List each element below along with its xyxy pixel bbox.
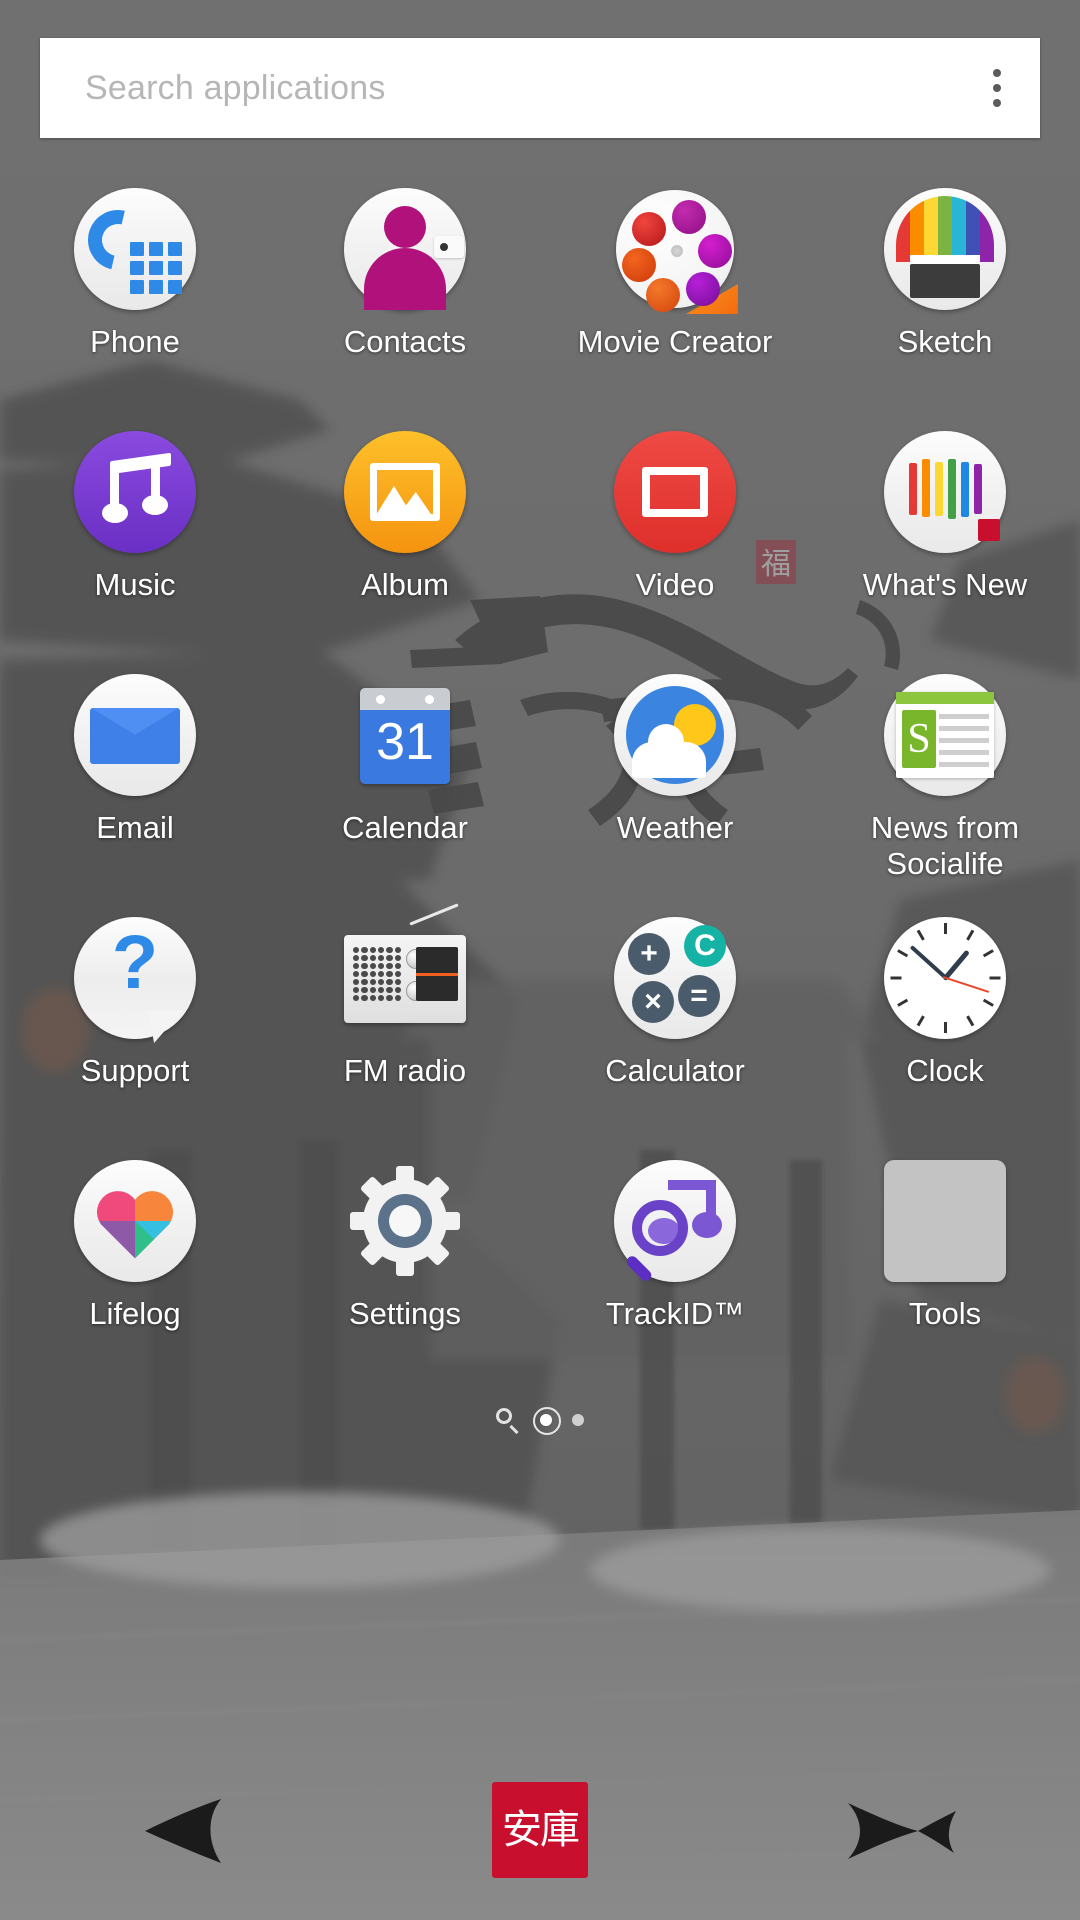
search-bar[interactable]: Search applications: [40, 38, 1040, 138]
calc-equals: =: [678, 975, 720, 1017]
app-calendar[interactable]: 31 Calendar: [270, 666, 540, 909]
app-label: Video: [635, 567, 715, 602]
app-label: Movie Creator: [577, 324, 773, 359]
page-dot-active[interactable]: [533, 1407, 561, 1435]
app-support[interactable]: ? Support: [0, 909, 270, 1152]
overflow-menu-icon[interactable]: [954, 38, 1040, 138]
overflow-dot: [993, 99, 1001, 107]
app-label: News from Socialife: [870, 810, 1020, 882]
calendar-icon: 31: [344, 674, 466, 796]
lifelog-heart: [96, 1191, 174, 1259]
app-news-socialife[interactable]: S News from Socialife: [810, 666, 1080, 909]
back-button[interactable]: [80, 1770, 280, 1890]
clock-icon: [884, 917, 1006, 1039]
search-page-icon[interactable]: [496, 1408, 520, 1435]
music-icon: [74, 431, 196, 553]
app-music[interactable]: Music: [0, 423, 270, 666]
app-grid: Phone Contacts Movie Creator Sketch Musi…: [0, 180, 1080, 1395]
app-label: Music: [94, 567, 176, 602]
app-trackid[interactable]: TrackID™: [540, 1152, 810, 1395]
fm-radio-icon: [344, 903, 466, 1039]
app-label: Support: [80, 1053, 190, 1088]
overflow-dot: [993, 84, 1001, 92]
app-label: FM radio: [343, 1053, 467, 1088]
search-input[interactable]: Search applications: [40, 69, 954, 108]
app-contacts[interactable]: Contacts: [270, 180, 540, 423]
app-whats-new[interactable]: What's New: [810, 423, 1080, 666]
app-sketch[interactable]: Sketch: [810, 180, 1080, 423]
email-icon: [74, 674, 196, 796]
calc-times: ×: [632, 981, 674, 1023]
navigation-bar: 安庫: [0, 1740, 1080, 1920]
settings-icon: [344, 1160, 466, 1282]
page-dot-inactive[interactable]: [572, 1414, 584, 1426]
app-label: Calendar: [342, 810, 468, 845]
tools-folder-icon: [884, 1160, 1006, 1282]
app-label: Tools: [908, 1296, 982, 1331]
app-label: Email: [96, 810, 174, 845]
app-fm-radio[interactable]: FM radio: [270, 903, 540, 1152]
lifelog-icon: [74, 1160, 196, 1282]
calendar-day: 31: [376, 713, 434, 771]
app-lifelog[interactable]: Lifelog: [0, 1152, 270, 1395]
app-label: Weather: [616, 810, 734, 845]
app-email[interactable]: Email: [0, 666, 270, 909]
album-icon: [344, 431, 466, 553]
app-label: TrackID™: [605, 1296, 745, 1331]
app-label: Settings: [348, 1296, 461, 1331]
home-seal-text: 安庫: [502, 1807, 580, 1852]
page-indicator: [0, 1407, 1080, 1435]
recents-arrow-icon: [848, 1803, 956, 1859]
back-arrow-icon: [145, 1799, 221, 1863]
news-letter: S: [902, 710, 936, 768]
app-phone[interactable]: Phone: [0, 180, 270, 423]
support-icon: ?: [74, 917, 196, 1043]
recents-button[interactable]: [800, 1770, 1000, 1890]
sketch-icon: [884, 188, 1006, 310]
app-calculator[interactable]: + C × = Calculator: [540, 909, 810, 1152]
app-tools[interactable]: Tools: [810, 1152, 1080, 1395]
trackid-icon: [614, 1160, 736, 1283]
app-video[interactable]: Video: [540, 423, 810, 666]
calc-clear: C: [684, 925, 726, 967]
overflow-dot: [993, 69, 1001, 77]
home-button[interactable]: 安庫: [440, 1770, 640, 1890]
app-label: Phone: [90, 324, 180, 359]
whats-new-icon: [884, 431, 1006, 553]
news-socialife-icon: S: [884, 674, 1006, 796]
weather-icon: [614, 674, 736, 796]
phone-icon: [74, 188, 196, 310]
app-settings[interactable]: Settings: [270, 1152, 540, 1395]
app-label: Lifelog: [89, 1296, 181, 1331]
app-movie-creator[interactable]: Movie Creator: [540, 180, 810, 423]
app-label: Clock: [906, 1053, 984, 1088]
app-album[interactable]: Album: [270, 423, 540, 666]
gear-icon: [350, 1166, 460, 1276]
calc-plus: +: [628, 933, 670, 975]
movie-creator-icon: [614, 188, 738, 314]
app-label: Album: [361, 567, 449, 602]
app-label: Calculator: [605, 1053, 745, 1088]
video-icon: [614, 431, 736, 553]
app-label: Sketch: [897, 324, 993, 359]
app-label: What's New: [862, 567, 1028, 602]
app-weather[interactable]: Weather: [540, 666, 810, 909]
home-seal-icon: 安庫: [492, 1782, 588, 1878]
calculator-icon: + C × =: [614, 917, 736, 1039]
contacts-icon: [344, 188, 466, 310]
app-label: Contacts: [343, 324, 467, 359]
app-clock[interactable]: Clock: [810, 909, 1080, 1152]
